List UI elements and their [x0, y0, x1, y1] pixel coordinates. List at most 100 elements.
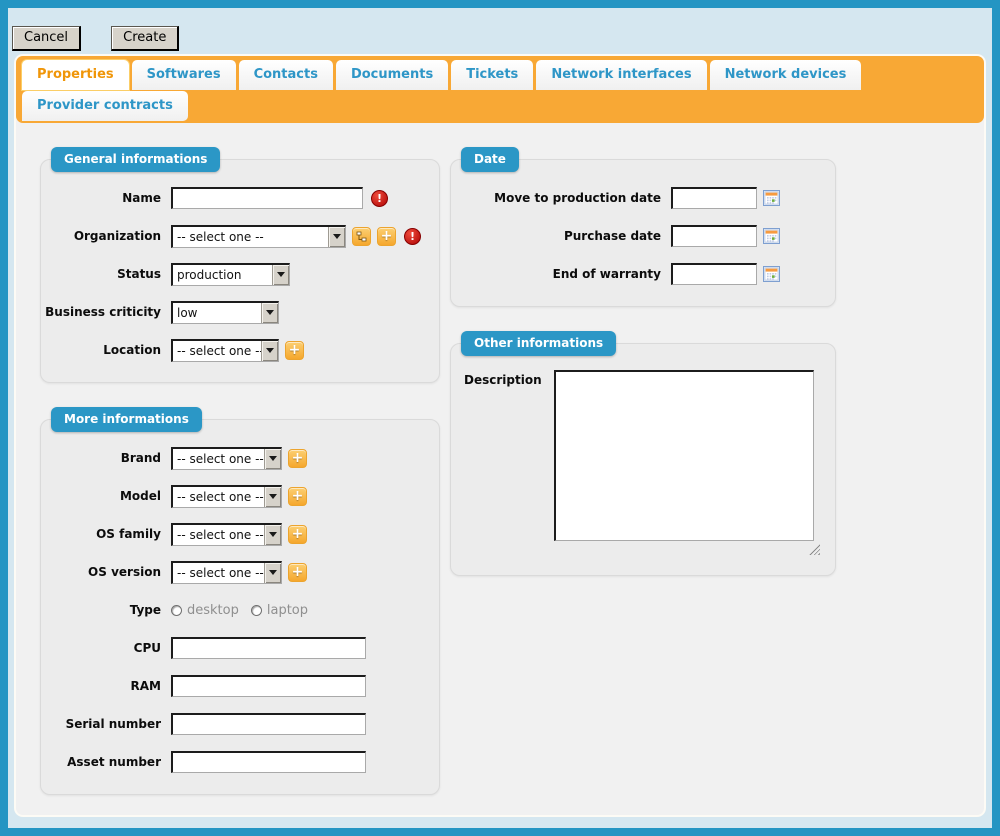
field-row-organization: Organization -- select one --	[41, 224, 439, 248]
section-more-informations: More informations Brand -- select one --…	[40, 419, 440, 795]
asset-number-label: Asset number	[41, 755, 161, 769]
end-of-warranty-input[interactable]	[671, 263, 757, 285]
dropdown-arrow-icon	[264, 525, 281, 545]
organization-select[interactable]: -- select one --	[171, 225, 346, 248]
status-select-value: production	[173, 265, 272, 285]
tab-row-1: Properties Softwares Contacts Documents …	[22, 60, 978, 90]
purchase-date-input[interactable]	[671, 225, 757, 247]
tab-row-2: Provider contracts	[22, 90, 978, 121]
tab-contacts[interactable]: Contacts	[239, 60, 333, 90]
calendar-icon[interactable]	[763, 228, 780, 244]
organization-select-value: -- select one --	[173, 227, 328, 247]
section-general-informations: General informations Name ! Organization…	[40, 159, 440, 383]
description-textarea[interactable]	[554, 370, 814, 541]
cancel-button[interactable]: Cancel	[12, 26, 81, 51]
asset-number-input[interactable]	[171, 751, 366, 773]
calendar-icon[interactable]	[763, 190, 780, 206]
model-label: Model	[41, 489, 161, 503]
field-row-location: Location -- select one -- +	[41, 338, 439, 362]
field-row-end-of-warranty: End of warranty	[451, 262, 835, 286]
plus-icon[interactable]: +	[288, 563, 307, 582]
description-label: Description	[464, 370, 544, 387]
os-version-label: OS version	[41, 565, 161, 579]
brand-label: Brand	[41, 451, 161, 465]
os-version-select-value: -- select one --	[173, 563, 264, 583]
tab-network-devices[interactable]: Network devices	[710, 60, 862, 90]
section-title: More informations	[51, 407, 202, 432]
section-date: Date Move to production date	[450, 159, 836, 307]
type-laptop-label: laptop	[267, 603, 308, 618]
field-row-status: Status production	[41, 262, 439, 286]
field-row-purchase-date: Purchase date	[451, 224, 835, 248]
form-panel: Properties Softwares Contacts Documents …	[14, 54, 986, 817]
calendar-icon[interactable]	[763, 266, 780, 282]
create-button[interactable]: Create	[111, 26, 179, 51]
dropdown-arrow-icon	[261, 341, 278, 361]
left-column: General informations Name ! Organization…	[40, 147, 440, 795]
field-row-os-version: OS version -- select one -- +	[41, 560, 439, 584]
tab-documents[interactable]: Documents	[336, 60, 448, 90]
type-desktop-radio[interactable]	[171, 605, 182, 616]
move-to-production-date-label: Move to production date	[451, 191, 661, 205]
tab-properties[interactable]: Properties	[22, 60, 129, 90]
tab-network-interfaces[interactable]: Network interfaces	[536, 60, 706, 90]
plus-icon[interactable]: +	[377, 227, 396, 246]
ram-input[interactable]	[171, 675, 366, 697]
os-family-select[interactable]: -- select one --	[171, 523, 282, 546]
type-desktop-label: desktop	[187, 603, 239, 618]
plus-icon[interactable]: +	[288, 487, 307, 506]
business-criticity-select[interactable]: low	[171, 301, 279, 324]
location-select[interactable]: -- select one --	[171, 339, 279, 362]
business-criticity-select-value: low	[173, 303, 261, 323]
status-label: Status	[41, 267, 161, 281]
tab-tickets[interactable]: Tickets	[451, 60, 533, 90]
plus-glyph: +	[292, 565, 304, 579]
serial-number-input[interactable]	[171, 713, 366, 735]
status-select[interactable]: production	[171, 263, 290, 286]
section-title: Date	[461, 147, 519, 172]
name-input[interactable]	[171, 187, 363, 209]
cpu-input[interactable]	[171, 637, 366, 659]
end-of-warranty-label: End of warranty	[451, 267, 661, 281]
field-row-name: Name !	[41, 186, 439, 210]
create-pc-window: Cancel Create Properties Softwares Conta…	[0, 0, 1000, 836]
plus-glyph: +	[292, 489, 304, 503]
field-row-asset-number: Asset number	[41, 750, 439, 774]
field-row-description: Description	[451, 370, 835, 555]
name-label: Name	[41, 191, 161, 205]
plus-icon[interactable]: +	[288, 525, 307, 544]
brand-select-value: -- select one --	[173, 449, 264, 469]
plus-icon[interactable]: +	[288, 449, 307, 468]
location-select-value: -- select one --	[173, 341, 261, 361]
dropdown-arrow-icon	[261, 303, 278, 323]
dropdown-arrow-icon	[264, 449, 281, 469]
field-row-serial-number: Serial number	[41, 712, 439, 736]
model-select[interactable]: -- select one --	[171, 485, 282, 508]
mandatory-icon: !	[371, 190, 388, 207]
cpu-label: CPU	[41, 641, 161, 655]
model-select-value: -- select one --	[173, 487, 264, 507]
ram-label: RAM	[41, 679, 161, 693]
type-laptop-radio[interactable]	[251, 605, 262, 616]
dropdown-arrow-icon	[272, 265, 289, 285]
move-to-production-date-input[interactable]	[671, 187, 757, 209]
brand-select[interactable]: -- select one --	[171, 447, 282, 470]
tab-bar: Properties Softwares Contacts Documents …	[16, 56, 984, 123]
hierarchy-icon[interactable]	[352, 227, 371, 246]
purchase-date-label: Purchase date	[451, 229, 661, 243]
section-other-informations: Other informations Description	[450, 343, 836, 576]
dropdown-arrow-icon	[264, 563, 281, 583]
dropdown-arrow-icon	[328, 227, 345, 247]
top-toolbar: Cancel Create	[8, 8, 992, 44]
tab-provider-contracts[interactable]: Provider contracts	[22, 91, 188, 121]
resize-grip-icon[interactable]	[809, 544, 820, 555]
field-row-type: Type desktop laptop	[41, 598, 439, 622]
dropdown-arrow-icon	[264, 487, 281, 507]
plus-icon[interactable]: +	[285, 341, 304, 360]
os-version-select[interactable]: -- select one --	[171, 561, 282, 584]
type-label: Type	[41, 603, 161, 617]
field-row-os-family: OS family -- select one -- +	[41, 522, 439, 546]
tab-softwares[interactable]: Softwares	[132, 60, 236, 90]
organization-label: Organization	[41, 229, 161, 243]
mandatory-icon: !	[404, 228, 421, 245]
